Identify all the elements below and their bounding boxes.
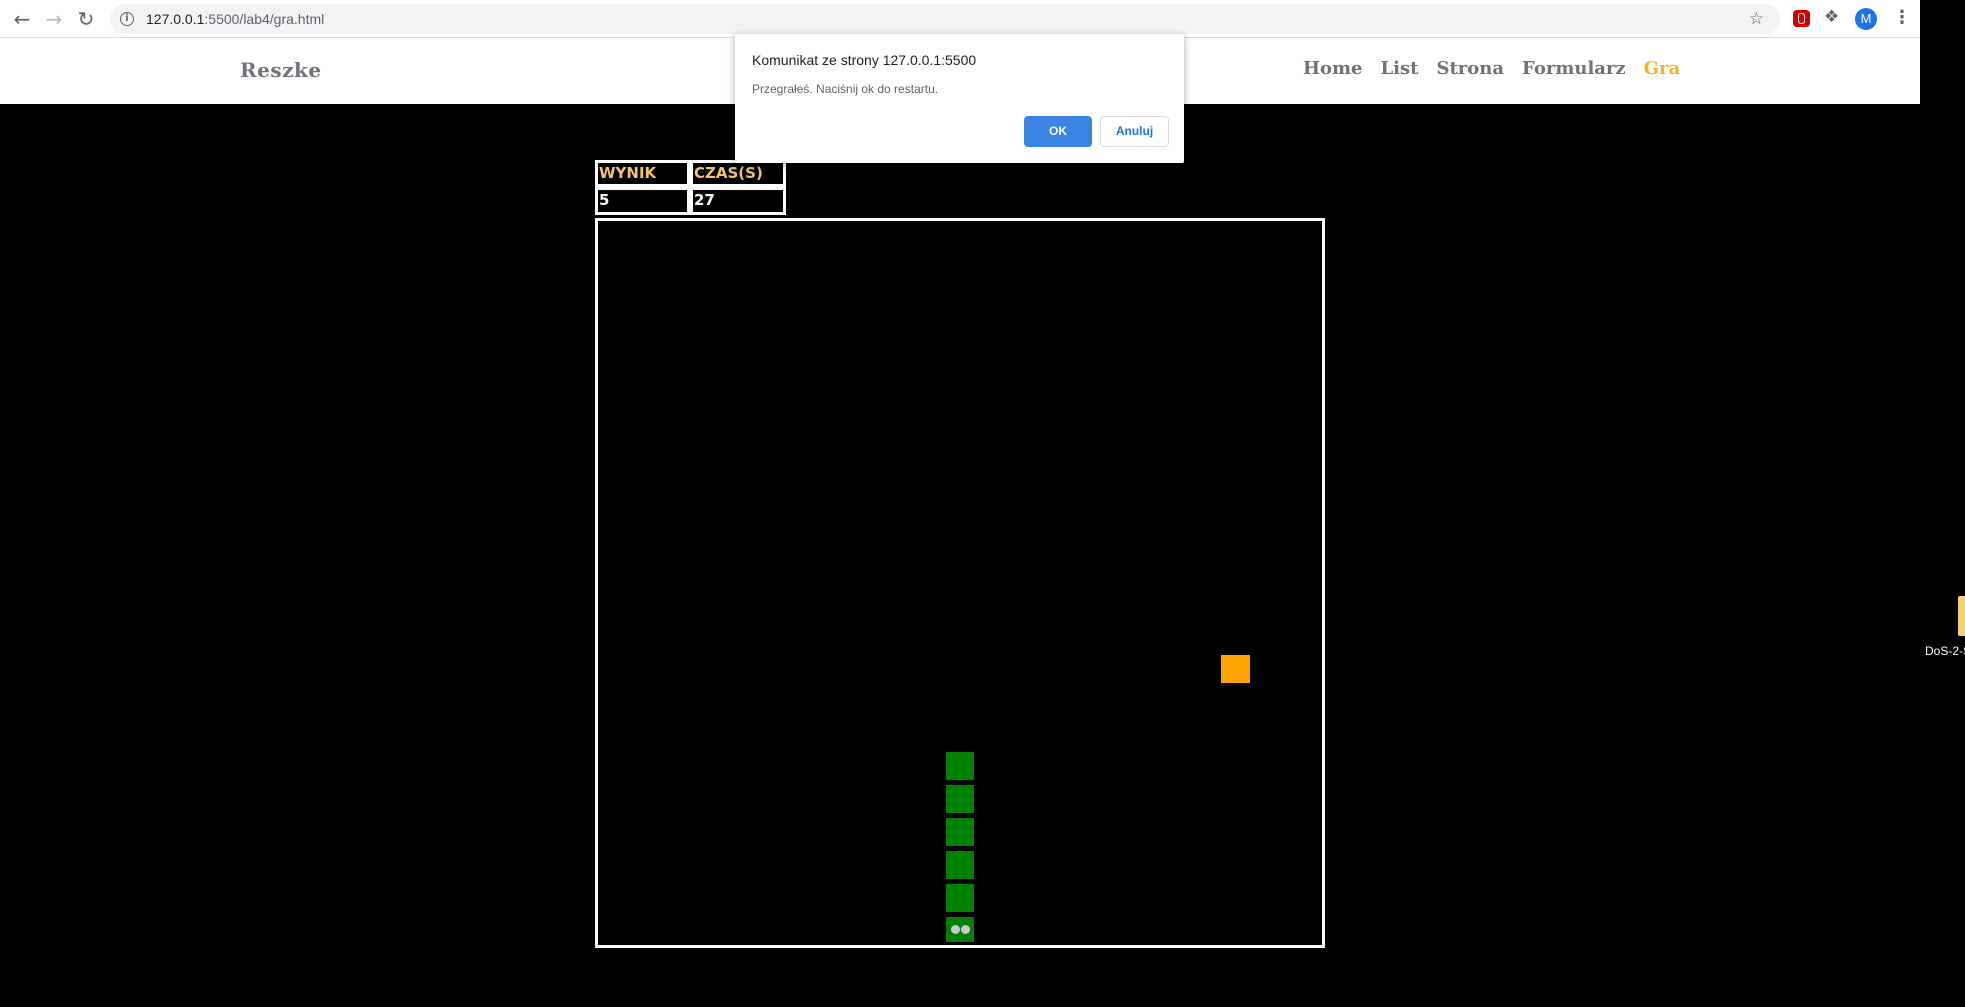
avatar[interactable]: M [1855,8,1877,30]
ok-button[interactable]: OK [1024,116,1092,147]
nav-strona[interactable]: Strona [1436,58,1504,79]
nav-formularz[interactable]: Formularz [1522,58,1626,79]
snake-segment [946,818,974,846]
snake-segment [946,851,974,879]
snake-eye [960,925,970,934]
browser-toolbar: ← → ↻ i 127.0.0.1:5500/lab4/gra.html ☆ ❖… [0,0,1920,38]
score-value: 5 [595,187,690,215]
site-nav: Home List Strona Formularz Gra [1303,58,1680,79]
puzzle-icon[interactable]: ❖ [1824,7,1839,27]
info-icon[interactable]: i [120,12,134,26]
alert-dialog: Komunikat ze strony 127.0.0.1:5500 Przeg… [735,34,1184,163]
dialog-title: Komunikat ze strony 127.0.0.1:5500 [752,52,977,68]
url-host: 127.0.0.1 [146,11,205,27]
nav-gra[interactable]: Gra [1644,58,1681,79]
snake-head [946,917,974,942]
nav-home[interactable]: Home [1303,58,1363,79]
adblock-icon[interactable] [1793,10,1810,27]
back-arrow-icon[interactable]: ← [6,3,38,35]
nav-list[interactable]: List [1381,58,1419,79]
score-header: WYNIK [595,160,690,187]
star-icon[interactable]: ☆ [1749,9,1764,29]
food-block [1221,655,1250,683]
snake-segment [946,884,974,912]
reload-icon[interactable]: ↻ [70,3,102,35]
url-path: :5500/lab4/gra.html [204,11,325,27]
address-bar[interactable]: i 127.0.0.1:5500/lab4/gra.html ☆ [110,4,1780,34]
snake-segment [946,785,974,813]
desktop-icon-label[interactable]: DoS-2-S [1925,644,1965,658]
kebab-menu-icon[interactable]: ⋮ [1893,7,1911,28]
folder-icon[interactable] [1958,596,1965,636]
dialog-message: Przegrałeś. Naciśnij ok do restartu. [752,82,939,96]
snake-segment [946,752,974,780]
cancel-button[interactable]: Anuluj [1100,116,1169,147]
forward-arrow-icon[interactable]: → [38,3,70,35]
time-value: 27 [690,187,786,215]
time-header: CZAS(S) [690,160,786,187]
url-text[interactable]: 127.0.0.1:5500/lab4/gra.html [146,11,324,27]
site-logo[interactable]: Reszke [240,58,322,82]
snake-eye [950,925,960,934]
